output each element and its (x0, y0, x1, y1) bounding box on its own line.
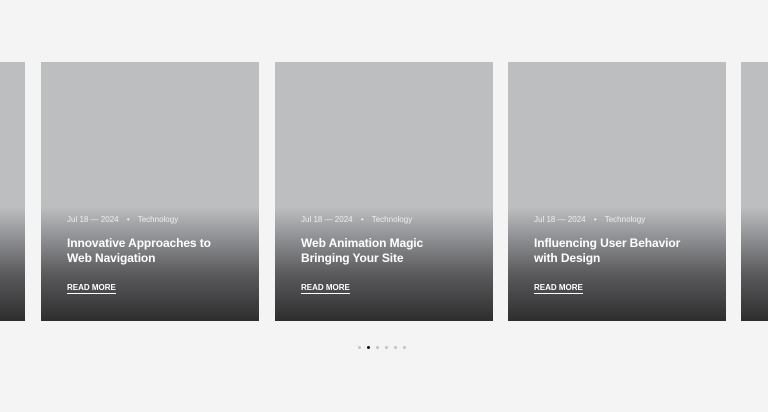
post-card-user-behavior[interactable]: Jul 18 — 2024 • Technology Influencing U… (508, 62, 726, 321)
read-more-link[interactable]: READ MORE (301, 283, 350, 294)
meta-separator: • (360, 215, 364, 224)
meta-separator: • (126, 215, 130, 224)
post-card-body: Jul 18 — 2024 • Technology Web Animation… (301, 215, 467, 295)
pagination-dot[interactable] (376, 346, 379, 349)
post-meta: Jul 18 — 2024 • Technology (534, 215, 700, 224)
post-meta: Jul 18 — 2024 • Technology (301, 215, 467, 224)
post-meta: Jul 18 — 2024 • Technology (67, 215, 233, 224)
post-date: Jul 18 — 2024 (301, 215, 353, 224)
pagination-dot[interactable] (367, 346, 370, 349)
post-category[interactable]: Technology (372, 215, 412, 224)
meta-separator: • (593, 215, 597, 224)
post-category[interactable]: Technology (605, 215, 645, 224)
post-card-body: Jul 18 — 2024 • Technology Influencing U… (534, 215, 700, 295)
post-card-body: Jul 18 — 2024 • Technology Innovative Ap… (67, 215, 233, 295)
post-card-partial-right[interactable] (741, 62, 768, 321)
post-date: Jul 18 — 2024 (67, 215, 119, 224)
pagination-dot[interactable] (385, 346, 388, 349)
blog-carousel: Jul 18 — 2024 • Technology Innovative Ap… (0, 0, 768, 412)
post-category[interactable]: Technology (138, 215, 178, 224)
post-date: Jul 18 — 2024 (534, 215, 586, 224)
post-title[interactable]: Web Animation Magic Bringing Your Site (301, 236, 467, 266)
pagination-dot[interactable] (358, 346, 361, 349)
pagination-dot[interactable] (403, 346, 406, 349)
post-card-partial-left[interactable] (0, 62, 25, 321)
read-more-link[interactable]: READ MORE (534, 283, 583, 294)
post-card-web-animation[interactable]: Jul 18 — 2024 • Technology Web Animation… (275, 62, 493, 321)
read-more-link[interactable]: READ MORE (67, 283, 116, 294)
post-title[interactable]: Influencing User Behavior with Design (534, 236, 700, 266)
pagination-dot[interactable] (394, 346, 397, 349)
post-title[interactable]: Innovative Approaches to Web Navigation (67, 236, 233, 266)
post-card-web-navigation[interactable]: Jul 18 — 2024 • Technology Innovative Ap… (41, 62, 259, 321)
carousel-pagination (358, 346, 406, 350)
